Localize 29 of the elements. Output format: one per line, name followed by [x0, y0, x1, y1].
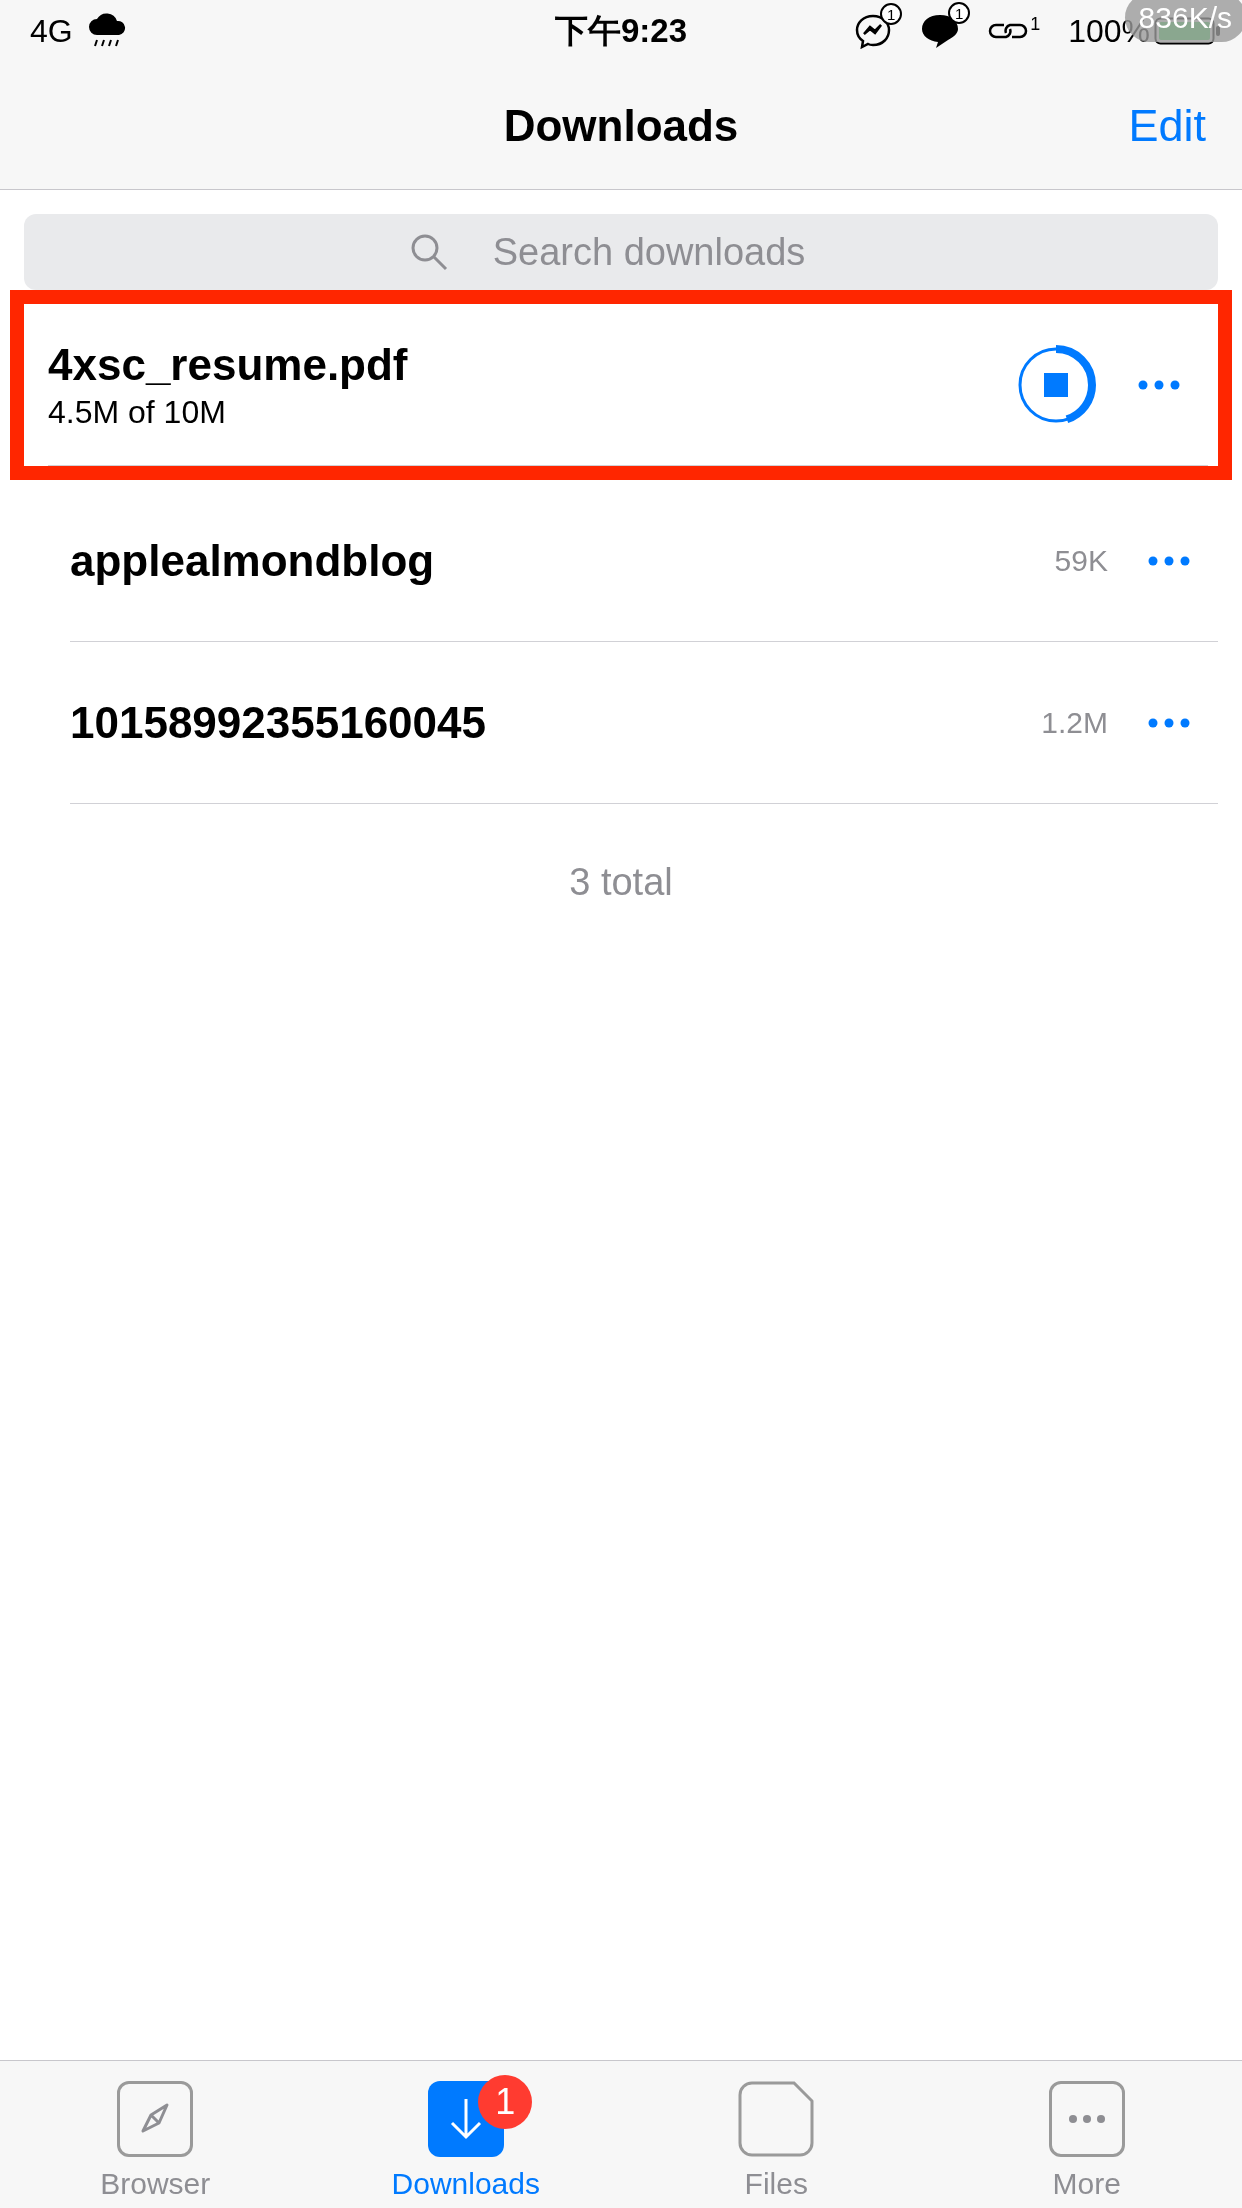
file-size: 1.2M — [1041, 705, 1108, 741]
tab-bar-item[interactable]: Browser — [0, 2061, 311, 2208]
rain-cloud-icon — [86, 13, 127, 49]
search-field[interactable]: Search downloads — [24, 214, 1218, 290]
download-count: 3 total — [569, 860, 673, 905]
file-icon — [738, 2081, 815, 2157]
download-row[interactable]: 4xsc_resume.pdf 4.5M of 10M — [10, 290, 1232, 480]
more-icon[interactable] — [1148, 555, 1190, 566]
more-icon[interactable] — [1148, 717, 1190, 728]
file-name: applealmondblog — [70, 535, 436, 587]
clock: 下午9:23 — [554, 11, 688, 52]
more-icon[interactable] — [1138, 379, 1180, 390]
notification-count: 1 — [948, 2, 971, 24]
tab-bar-item[interactable]: More — [931, 2061, 1242, 2208]
tab-bar-item[interactable]: 1 Downloads — [310, 2061, 621, 2208]
carrier-label: 4G — [30, 12, 73, 51]
page-title: Downloads — [503, 99, 739, 152]
notification-badge: 1 — [478, 2075, 533, 2129]
notification-count: 1 — [880, 3, 903, 25]
tab-bar-item[interactable]: Files — [621, 2061, 932, 2208]
compass-icon — [117, 2081, 194, 2157]
download-progress: 4.5M of 10M — [48, 393, 227, 432]
notification-count: 1 — [1030, 13, 1041, 36]
search-icon — [409, 232, 449, 272]
file-name: 10158992355160045 — [70, 697, 487, 749]
more-icon — [1048, 2081, 1125, 2157]
file-name: 4xsc_resume.pdf — [48, 339, 409, 391]
file-size: 59K — [1054, 543, 1108, 579]
edit-button[interactable]: Edit — [1128, 91, 1206, 160]
